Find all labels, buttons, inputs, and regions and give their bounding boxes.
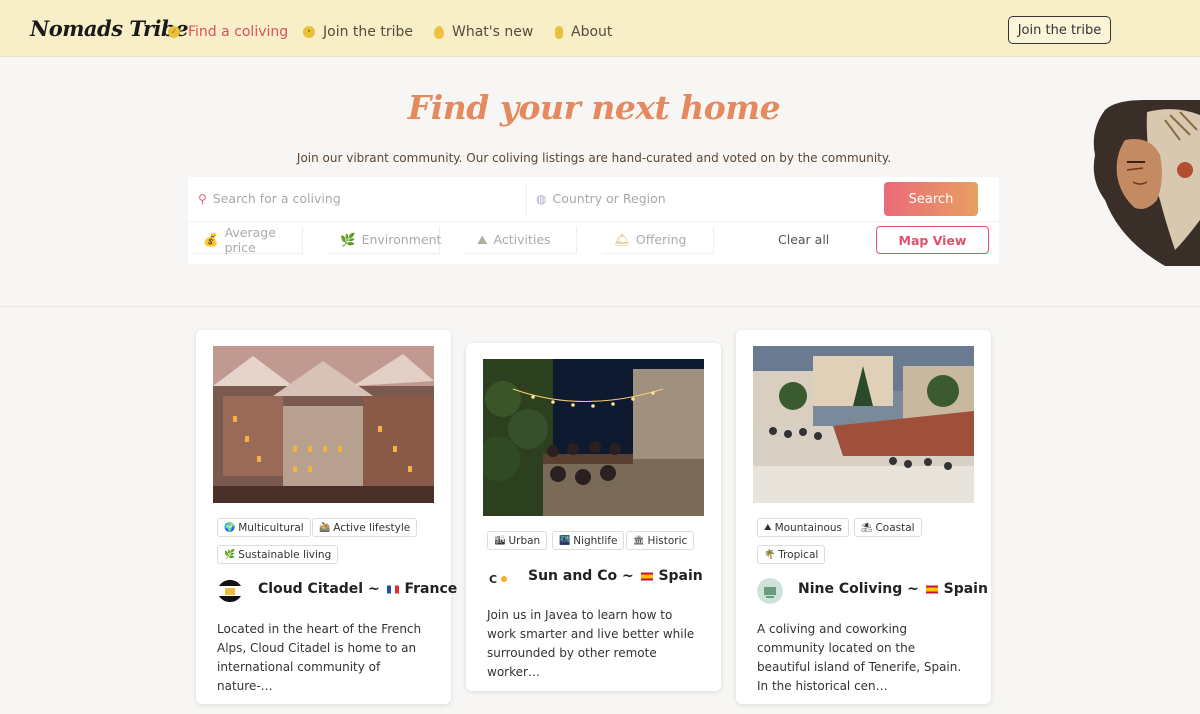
hero-title: Find your next home [407,88,781,127]
tag: 🚵 Active lifestyle [312,518,418,537]
tag-label: Active lifestyle [333,521,411,534]
card-separator: ~ [907,581,919,597]
spain-flag-icon [640,572,653,580]
tag-label: Mountainous [774,521,843,534]
leaf-icon: 🌿 [340,231,356,247]
card-country: Spain [943,581,988,597]
tag: 🏛 Historic [626,531,695,550]
tag: ⛰ Mountainous [757,518,850,537]
filter-average-price[interactable]: 💰 Average price [191,224,303,255]
search-icon: ⚲ [198,191,207,206]
clear-all-button[interactable]: Clear all [778,232,829,247]
nav-label: About [571,24,613,40]
tag: 🌃 Nightlife [552,531,625,550]
listing-photo[interactable] [213,346,434,503]
nav-join-tribe[interactable]: • Join the tribe [303,24,413,40]
card-description: Join us in Javea to learn how to work sm… [487,608,695,679]
listing-photo[interactable] [483,359,704,516]
beach-umbrella-icon: ⛱ [861,522,873,533]
card-name: Nine Coliving [798,581,903,597]
mountain-bike-icon: ⛰ [477,231,488,247]
tag-label: Multicultural [238,521,304,534]
filter-offering[interactable]: 🛎 Offering [602,226,714,254]
tag-label: Historic [647,534,688,547]
filter-label: Offering [635,232,687,247]
france-flag-icon [386,585,399,593]
night-city-icon: 🌃 [559,535,571,546]
tag: 🌴 Tropical [757,545,826,564]
bell-icon: 🛎 [614,231,630,247]
coliving-card[interactable]: 🌍 Multicultural 🚵 Active lifestyle 🌿 Sustai… [196,330,457,704]
tag: 🏙 Urban [487,531,548,550]
card-description: A coliving and coworking community locat… [757,622,962,693]
drop-icon [434,25,444,39]
tag-label: Coastal [875,521,915,534]
city-icon: 🏙 [494,535,506,546]
svg-text:C: C [489,573,497,586]
section-divider [0,306,1200,307]
tag-label: Nightlife [573,534,618,547]
globe-icon: 🌍 [224,522,236,533]
card-name: Cloud Citadel [258,581,364,597]
filter-activities[interactable]: ⛰ Activities [465,226,577,254]
filter-label: Activities [493,232,551,247]
card-description: Located in the heart of the French Alps,… [217,622,422,693]
filter-label: Environment [361,232,442,247]
nav-find-coliving[interactable]: ✓ Find a coliving [168,24,288,40]
nav-whats-new[interactable]: What's new [434,24,533,40]
logo[interactable]: Nomads Tribe [30,16,189,41]
map-view-button[interactable]: Map View [876,226,989,254]
smiley-icon: • [303,26,315,38]
microphone-icon [555,25,563,39]
card-title[interactable]: Sun and Co ~ Spain [528,568,703,584]
tag-label: Urban [508,534,541,547]
top-navbar: Nomads Tribe ✓ Find a coliving • Join th… [0,0,1200,57]
tag-label: Sustainable living [238,548,332,561]
money-bag-icon: 💰 [203,231,219,247]
card-title[interactable]: Cloud Citadel ~ France [258,581,457,597]
join-tribe-button[interactable]: Join the tribe [1008,16,1111,44]
sun-and-co-logo: C [489,573,507,586]
tag: 🌿 Sustainable living [217,545,339,564]
coliving-search-input[interactable]: ⚲ Search for a coliving [188,177,518,220]
cloud-citadel-logo [217,578,243,604]
card-country: France [404,581,458,597]
spain-flag-icon [925,585,938,593]
tag-label: Tropical [778,548,819,561]
tribal-face-illustration [1093,100,1200,266]
card-name: Sun and Co [528,568,618,584]
leaf-icon: 🌿 [224,549,236,560]
region-search-input[interactable]: ◍ Country or Region [526,177,866,220]
nav-label: What's new [452,24,534,40]
nav-label: Find a coliving [188,24,289,40]
hero-subtitle: Join our vibrant community. Our coliving… [296,151,892,165]
building-icon: 🏛 [633,535,645,546]
filter-label: Average price [224,224,276,255]
region-search-placeholder: Country or Region [552,191,666,206]
card-separator: ~ [621,568,634,584]
coliving-card[interactable]: ⛰ Mountainous ⛱ Coastal 🌴 Tropical Nine Col… [736,330,991,704]
coin-icon: ✓ [168,26,180,38]
coliving-card[interactable]: 🏙 Urban 🌃 Nightlife 🏛 Historic C Sun and Co… [466,343,721,691]
bike-icon: 🚵 [319,522,331,533]
filter-environment[interactable]: 🌿 Environment [328,226,442,254]
search-button[interactable]: Search [884,182,978,216]
listing-photo[interactable] [753,346,974,503]
card-separator: ~ [367,581,380,597]
palm-tree-icon: 🌴 [764,549,776,560]
nav-about[interactable]: About [555,24,612,40]
search-panel: ⚲ Search for a coliving ◍ Country or Reg… [188,177,999,264]
nav-label: Join the tribe [323,24,413,40]
card-title[interactable]: Nine Coliving ~ Spain [798,581,988,597]
coliving-search-placeholder: Search for a coliving [212,191,341,206]
tag: ⛱ Coastal [854,518,922,537]
mountain-icon: ⛰ [764,522,772,533]
tag: 🌍 Multicultural [217,518,311,537]
nine-coliving-logo [757,578,783,604]
card-country: Spain [658,568,703,584]
globe-icon: ◍ [536,191,547,206]
filter-row-divider [188,221,999,222]
